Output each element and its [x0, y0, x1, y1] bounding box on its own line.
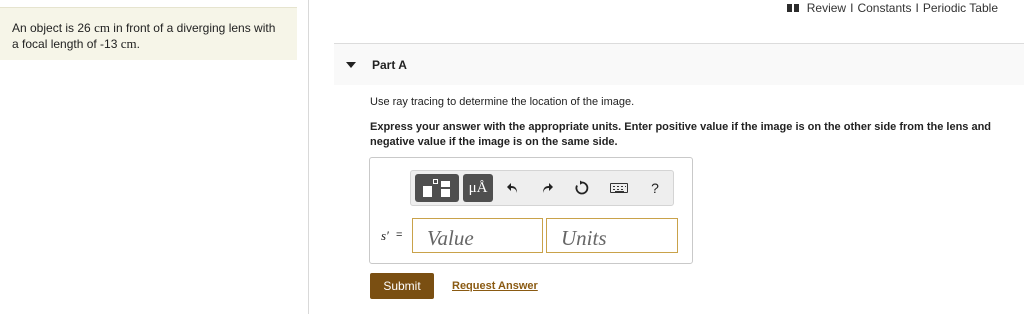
redo-button[interactable] — [535, 176, 559, 200]
collapse-caret-icon[interactable] — [346, 61, 356, 68]
problem-statement: An object is 26 cm in front of a divergi… — [0, 7, 297, 60]
templates-icon — [422, 179, 452, 197]
problem-text-3: . — [136, 37, 140, 51]
review-link[interactable]: Review — [807, 1, 846, 15]
math-toolbar: μÅ ? — [410, 170, 674, 206]
units-input[interactable] — [546, 218, 678, 253]
focal-unit: cm — [120, 36, 137, 51]
reset-icon — [575, 180, 589, 195]
undo-icon — [507, 183, 517, 193]
undo-button[interactable] — [501, 176, 525, 200]
keyboard-icon — [610, 183, 628, 193]
value-input[interactable] — [412, 218, 543, 253]
answer-box: μÅ ? s′ = — [369, 157, 693, 264]
problem-text-1: An object is 26 — [12, 21, 95, 35]
periodic-table-link[interactable]: Periodic Table — [923, 1, 998, 15]
units-icon: μÅ — [468, 179, 488, 196]
part-title: Part A — [372, 57, 407, 72]
help-icon: ? — [651, 180, 659, 196]
top-links: Review I Constants I Periodic Table — [786, 1, 998, 15]
templates-button[interactable] — [415, 174, 459, 202]
units-button[interactable]: μÅ — [463, 174, 493, 202]
distance-unit: cm — [94, 20, 110, 35]
part-a-header[interactable]: Part A — [334, 43, 1024, 85]
reset-button[interactable] — [570, 176, 594, 200]
help-button[interactable]: ? — [643, 176, 667, 200]
equals-sign: = — [396, 229, 403, 241]
answer-directions: Express your answer with the appropriate… — [370, 121, 992, 148]
part-instruction: Use ray tracing to determine the locatio… — [370, 96, 635, 108]
submit-button[interactable]: Submit — [370, 273, 434, 299]
redo-icon — [543, 183, 553, 193]
constants-link[interactable]: Constants — [857, 1, 911, 15]
book-icon — [786, 4, 799, 12]
request-answer-link[interactable]: Request Answer — [452, 280, 538, 292]
link-separator: I — [850, 1, 854, 15]
link-separator: I — [915, 1, 919, 15]
variable-label: s′ — [381, 228, 389, 243]
keyboard-button[interactable] — [607, 176, 631, 200]
panel-divider — [308, 0, 309, 314]
